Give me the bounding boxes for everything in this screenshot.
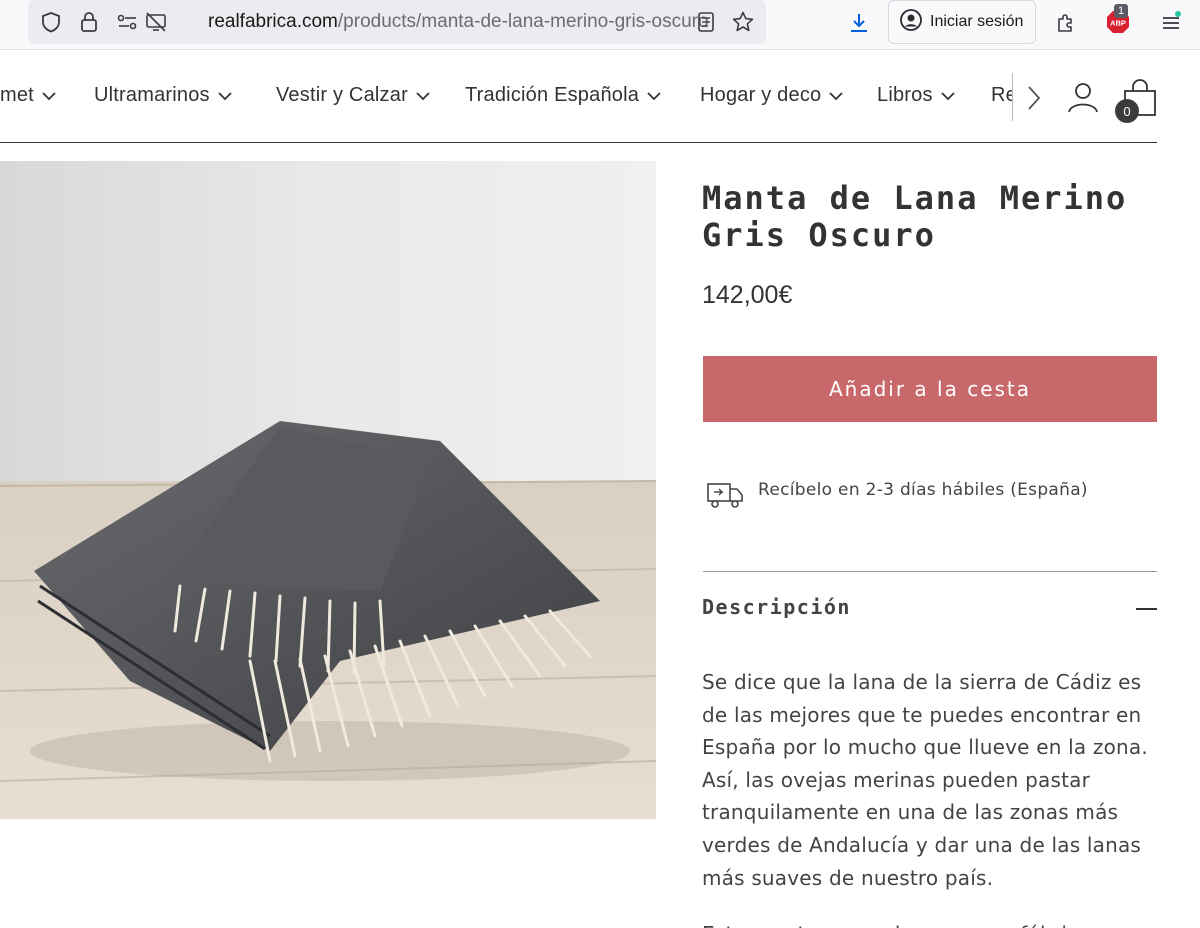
signin-label: Iniciar sesión — [930, 13, 1024, 30]
nav-item-tradicion-espanola[interactable]: Tradición Española — [465, 84, 661, 107]
cart-count-badge: 0 — [1115, 99, 1139, 123]
delivery-info: Recíbelo en 2-3 días hábiles (España) — [758, 480, 1088, 500]
chevron-down-icon — [42, 84, 56, 107]
nav-bottom-border — [0, 142, 1157, 143]
permissions-icon[interactable] — [116, 10, 140, 34]
nav-item-label: Libros — [877, 84, 933, 106]
product-image[interactable] — [0, 161, 656, 819]
adblock-count-badge: 1 — [1114, 4, 1129, 18]
description-paragraph: Se dice que la lana de la sierra de Cádi… — [702, 670, 1148, 890]
nav-item-gourmet[interactable]: met — [0, 84, 56, 107]
signin-button[interactable]: Iniciar sesión — [888, 0, 1036, 44]
add-to-cart-button[interactable]: Añadir a la cesta — [703, 356, 1157, 422]
nav-item-label: met — [0, 84, 34, 106]
nav-item-label: Hogar y deco — [700, 84, 822, 106]
chevron-down-icon — [647, 84, 661, 107]
product-title: Manta de Lana Merino Gris Oscuro — [702, 179, 1128, 254]
nav-item-truncated[interactable]: Re — [991, 84, 1012, 107]
description-heading[interactable]: Descripción — [702, 595, 851, 619]
account-icon — [899, 8, 923, 36]
chevron-down-icon — [829, 84, 843, 107]
app-menu-icon[interactable] — [1158, 10, 1184, 36]
nav-item-vestir-y-calzar[interactable]: Vestir y Calzar — [276, 84, 430, 107]
browser-toolbar: realfabrica.com/products/manta-de-lana-m… — [0, 0, 1200, 50]
description-divider — [703, 571, 1157, 572]
nav-item-label: Tradición Española — [465, 84, 640, 106]
reader-view-icon[interactable] — [694, 10, 718, 34]
account-user-icon[interactable] — [1066, 80, 1100, 118]
bookmark-star-icon[interactable] — [731, 10, 755, 34]
nav-item-hogar-y-deco[interactable]: Hogar y deco — [700, 84, 843, 107]
nav-item-label: Vestir y Calzar — [276, 84, 408, 106]
description-paragraph-2: Esta manta se produce en una fábrica — [702, 918, 1162, 928]
url-text[interactable]: realfabrica.com/products/manta-de-lana-m… — [208, 11, 716, 33]
url-path: /products/manta-de-lana-merino-gris-oscu… — [337, 11, 709, 32]
downloads-icon[interactable] — [846, 10, 872, 36]
address-bar[interactable]: realfabrica.com/products/manta-de-lana-m… — [28, 0, 766, 44]
product-price: 142,00€ — [702, 281, 793, 309]
nav-item-label: Ultramarinos — [94, 84, 210, 106]
collapse-toggle-icon[interactable] — [1136, 608, 1157, 610]
chevron-down-icon — [416, 84, 430, 107]
nav-divider — [1012, 73, 1013, 121]
url-domain: realfabrica.com — [208, 11, 338, 32]
nav-scroll-right-icon[interactable] — [1024, 84, 1044, 116]
description-body: Se dice que la lana de la sierra de Cádi… — [702, 666, 1162, 928]
adblock-label: ABP — [1110, 19, 1126, 28]
nav-item-label: Re — [991, 84, 1012, 106]
chevron-down-icon — [218, 84, 232, 107]
lock-icon[interactable] — [77, 10, 101, 34]
nav-item-libros[interactable]: Libros — [877, 84, 955, 107]
chevron-down-icon — [941, 84, 955, 107]
delivery-truck-icon — [706, 478, 744, 510]
tracking-blocked-icon[interactable] — [144, 10, 168, 34]
nav-item-ultramarinos[interactable]: Ultramarinos — [94, 84, 232, 107]
shield-icon[interactable] — [39, 10, 63, 34]
extensions-icon[interactable] — [1053, 10, 1079, 36]
